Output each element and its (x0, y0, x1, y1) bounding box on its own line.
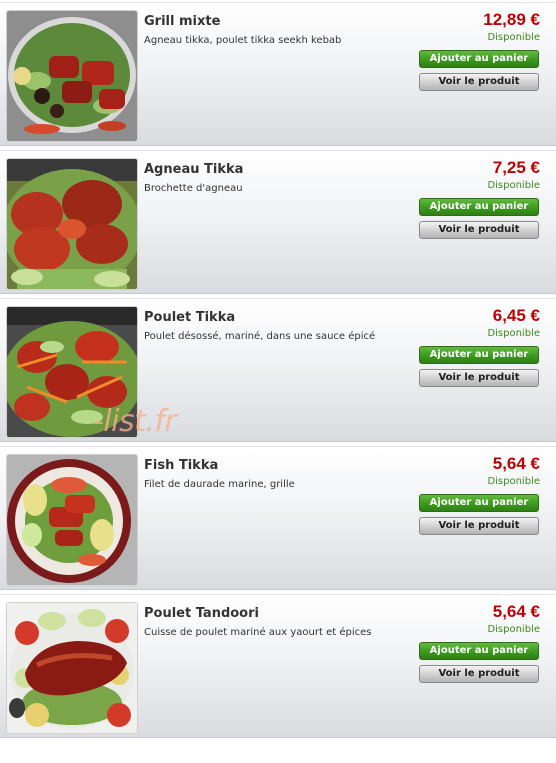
grill-mixte-photo[interactable] (7, 11, 137, 141)
availability-status: Disponible (487, 32, 540, 43)
product-price: 5,64 € (492, 602, 540, 621)
poulet-tandoori-photo[interactable] (7, 603, 137, 733)
product-name[interactable]: Poulet Tandoori (144, 606, 259, 621)
add-to-cart-button[interactable]: Ajouter au panier (419, 346, 539, 364)
product-description: Agneau tikka, poulet tikka seekh kebab (144, 35, 342, 46)
view-product-button[interactable]: Voir le produit (419, 665, 539, 683)
availability-status: Disponible (487, 624, 540, 635)
product-card-fish-tikka: Fish Tikka Filet de daurade marine, gril… (0, 446, 556, 590)
product-name[interactable]: Grill mixte (144, 14, 220, 29)
add-to-cart-button[interactable]: Ajouter au panier (419, 50, 539, 68)
product-card-poulet-tikka: Poulet Tikka Poulet désossé, mariné, dan… (0, 298, 556, 442)
view-product-button[interactable]: Voir le produit (419, 221, 539, 239)
fish-tikka-photo[interactable] (7, 455, 137, 585)
view-product-button[interactable]: Voir le produit (419, 369, 539, 387)
view-product-button[interactable]: Voir le produit (419, 73, 539, 91)
product-name[interactable]: Agneau Tikka (144, 162, 243, 177)
product-card-agneau-tikka: Agneau Tikka Brochette d'agneau 7,25 € D… (0, 150, 556, 294)
add-to-cart-button[interactable]: Ajouter au panier (419, 198, 539, 216)
product-name[interactable]: Fish Tikka (144, 458, 218, 473)
view-product-button[interactable]: Voir le produit (419, 517, 539, 535)
product-description: Filet de daurade marine, grille (144, 479, 295, 490)
product-card-poulet-tandoori: Poulet Tandoori Cuisse de poulet mariné … (0, 594, 556, 738)
product-price: 6,45 € (492, 306, 540, 325)
product-name[interactable]: Poulet Tikka (144, 310, 235, 325)
availability-status: Disponible (487, 328, 540, 339)
add-to-cart-button[interactable]: Ajouter au panier (419, 642, 539, 660)
product-description: Poulet désossé, mariné, dans une sauce é… (144, 331, 376, 342)
product-description: Brochette d'agneau (144, 183, 243, 194)
poulet-tikka-photo[interactable] (7, 307, 137, 437)
product-price: 5,64 € (492, 454, 540, 473)
availability-status: Disponible (487, 476, 540, 487)
agneau-tikka-photo[interactable] (7, 159, 137, 289)
availability-status: Disponible (487, 180, 540, 191)
product-price: 12,89 € (483, 10, 540, 29)
product-card-grill-mixte: Grill mixte Agneau tikka, poulet tikka s… (0, 2, 556, 146)
product-price: 7,25 € (492, 158, 540, 177)
add-to-cart-button[interactable]: Ajouter au panier (419, 494, 539, 512)
product-description: Cuisse de poulet mariné aux yaourt et ép… (144, 627, 372, 638)
